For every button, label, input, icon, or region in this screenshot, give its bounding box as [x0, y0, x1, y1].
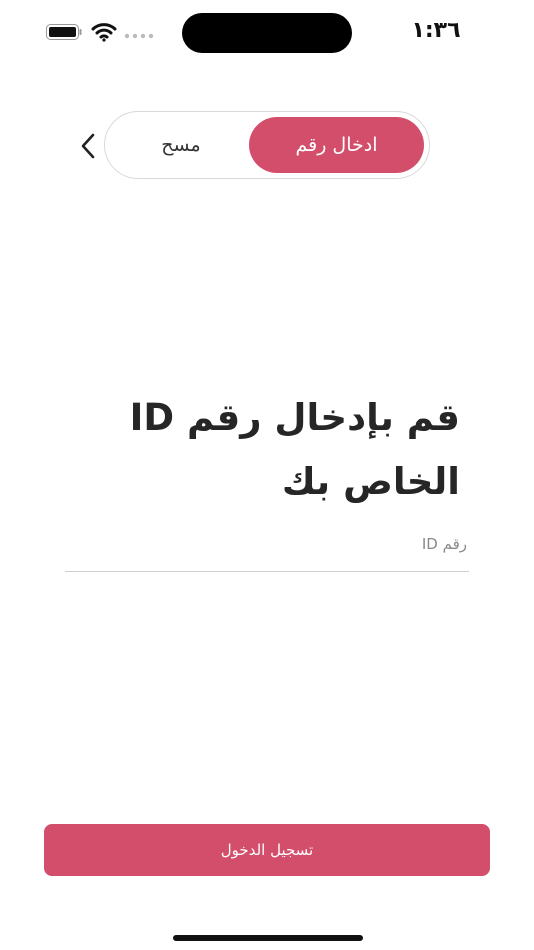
home-indicator: [173, 935, 363, 941]
status-bar: ١:٣٦: [0, 0, 534, 66]
chevron-left-icon: [81, 133, 95, 159]
id-number-input[interactable]: [65, 516, 469, 572]
status-time: ١:٣٦: [411, 18, 461, 43]
tab-enter-number[interactable]: ادخال رقم: [249, 117, 424, 173]
dynamic-island: [182, 13, 352, 53]
battery-icon: [46, 24, 82, 40]
cellular-signal-icon: [124, 33, 154, 39]
login-button[interactable]: تسجيل الدخول: [44, 824, 490, 876]
wifi-icon: [91, 23, 117, 42]
back-button[interactable]: [72, 128, 104, 164]
mode-segmented-control: مسح ادخال رقم: [104, 111, 430, 179]
page-title: قم بإدخال رقم ID الخاص بك: [129, 396, 460, 503]
tab-scan[interactable]: مسح: [111, 117, 251, 173]
